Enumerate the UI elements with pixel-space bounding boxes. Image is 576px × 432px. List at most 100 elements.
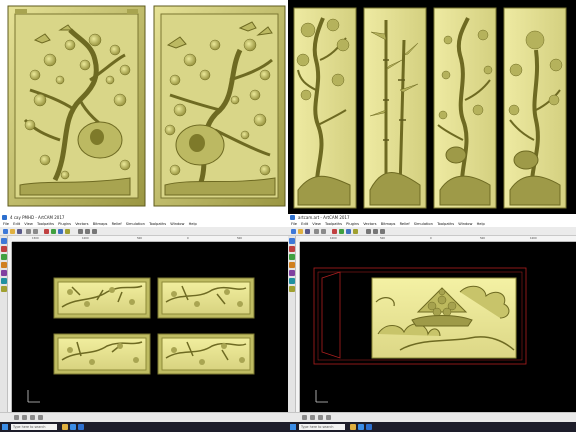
plum-panels-preview [0, 0, 288, 214]
undo-icon[interactable] [314, 229, 319, 234]
layer-icon[interactable] [14, 415, 19, 420]
window-title-bar: 4 cay PMHD - ArtCAM 2017 [0, 214, 288, 221]
design-canvas-2d[interactable] [12, 242, 288, 422]
bamboo-relief-panel [363, 7, 427, 209]
design-canvas-2d[interactable] [300, 242, 576, 422]
new-file-icon[interactable] [291, 229, 296, 234]
taskbar-search-input[interactable]: Type here to search [299, 424, 345, 430]
zoom-out-icon[interactable] [85, 229, 90, 234]
open-folder-icon[interactable] [298, 229, 303, 234]
browser-icon[interactable] [70, 424, 76, 430]
four-panels-layout-svg [27, 277, 255, 403]
windows-taskbar: Type here to search [288, 422, 576, 432]
text-tool-icon[interactable] [1, 278, 7, 284]
relief-tile-2[interactable] [157, 277, 255, 319]
menu-relief[interactable]: Relief [400, 222, 410, 226]
menu-toolpaths-2[interactable]: Toolpaths [437, 222, 454, 226]
menu-edit[interactable]: Edit [13, 222, 20, 226]
relief-tile-1[interactable] [53, 277, 151, 319]
redo-icon[interactable] [33, 229, 38, 234]
relief-sculpt-icon[interactable] [289, 286, 295, 292]
zoom-out-icon[interactable] [373, 229, 378, 234]
zoom-in-icon[interactable] [78, 229, 83, 234]
snap-icon[interactable] [22, 415, 27, 420]
vector-tool-icon[interactable] [332, 229, 337, 234]
bitmap-tool-icon[interactable] [65, 229, 70, 234]
snap-icon[interactable] [310, 415, 315, 420]
menu-window[interactable]: Window [458, 222, 472, 226]
plum-relief-panel [433, 7, 497, 209]
artcam-window-right: artcam.art - ArtCAM 2017 File Edit View … [288, 214, 576, 432]
start-button-icon[interactable] [2, 424, 8, 430]
shape-tool-icon[interactable] [289, 254, 295, 260]
menu-file[interactable]: File [3, 222, 9, 226]
select-tool-icon[interactable] [1, 238, 7, 244]
draw-tool-icon[interactable] [1, 246, 7, 252]
menu-simulation[interactable]: Simulation [126, 222, 145, 226]
file-explorer-icon[interactable] [350, 424, 356, 430]
menu-vectors[interactable]: Vectors [75, 222, 88, 226]
node-tool-icon[interactable] [1, 262, 7, 268]
menu-help[interactable]: Help [189, 222, 197, 226]
grid-icon[interactable] [318, 415, 323, 420]
view-3d-icon[interactable] [58, 229, 63, 234]
zoom-in-icon[interactable] [366, 229, 371, 234]
select-tool-icon[interactable] [289, 238, 295, 244]
pine-relief-panel [293, 7, 357, 209]
menu-bitmaps[interactable]: Bitmaps [93, 222, 108, 226]
cloud-relief-panel[interactable] [371, 277, 517, 359]
menu-relief[interactable]: Relief [112, 222, 122, 226]
relief-tile-4[interactable] [157, 333, 255, 375]
menu-plugins[interactable]: Plugins [346, 222, 359, 226]
grid-icon[interactable] [30, 415, 35, 420]
artcam-taskbar-icon[interactable] [78, 424, 84, 430]
menu-plugins[interactable]: Plugins [58, 222, 71, 226]
menu-view[interactable]: View [24, 222, 33, 226]
menu-bitmaps[interactable]: Bitmaps [381, 222, 396, 226]
layer-icon[interactable] [302, 415, 307, 420]
transform-tool-icon[interactable] [1, 270, 7, 276]
menu-view[interactable]: View [312, 222, 321, 226]
relief-tile-3[interactable] [53, 333, 151, 375]
redo-icon[interactable] [321, 229, 326, 234]
taskbar-search-input[interactable]: Type here to search [11, 424, 57, 430]
start-button-icon[interactable] [290, 424, 296, 430]
zoom-fit-icon[interactable] [92, 229, 97, 234]
menu-toolpaths[interactable]: Toolpaths [37, 222, 54, 226]
new-file-icon[interactable] [3, 229, 8, 234]
left-toolbox [288, 236, 296, 422]
open-folder-icon[interactable] [10, 229, 15, 234]
relief-tool-icon[interactable] [339, 229, 344, 234]
menu-window[interactable]: Window [170, 222, 184, 226]
menu-help[interactable]: Help [477, 222, 485, 226]
guides-icon[interactable] [326, 415, 331, 420]
text-tool-icon[interactable] [289, 278, 295, 284]
window-title-bar: artcam.art - ArtCAM 2017 [288, 214, 576, 221]
menu-toolpaths[interactable]: Toolpaths [325, 222, 342, 226]
menu-file[interactable]: File [291, 222, 297, 226]
cloud-panel-layout-svg [313, 267, 527, 403]
vector-tool-icon[interactable] [44, 229, 49, 234]
menu-vectors[interactable]: Vectors [363, 222, 376, 226]
browser-icon[interactable] [358, 424, 364, 430]
guides-icon[interactable] [38, 415, 43, 420]
relief-tool-icon[interactable] [51, 229, 56, 234]
menu-simulation[interactable]: Simulation [414, 222, 433, 226]
relief-sculpt-icon[interactable] [1, 286, 7, 292]
artcam-taskbar-icon[interactable] [366, 424, 372, 430]
zoom-fit-icon[interactable] [380, 229, 385, 234]
bitmap-tool-icon[interactable] [353, 229, 358, 234]
chrysanthemum-relief-panel [503, 7, 567, 209]
draw-tool-icon[interactable] [289, 246, 295, 252]
undo-icon[interactable] [26, 229, 31, 234]
menu-toolpaths-2[interactable]: Toolpaths [149, 222, 166, 226]
transform-tool-icon[interactable] [289, 270, 295, 276]
node-tool-icon[interactable] [289, 262, 295, 268]
shape-tool-icon[interactable] [1, 254, 7, 260]
four-panels-svg [293, 7, 567, 209]
menu-edit[interactable]: Edit [301, 222, 308, 226]
view-3d-icon[interactable] [346, 229, 351, 234]
save-icon[interactable] [305, 229, 310, 234]
file-explorer-icon[interactable] [62, 424, 68, 430]
save-icon[interactable] [17, 229, 22, 234]
